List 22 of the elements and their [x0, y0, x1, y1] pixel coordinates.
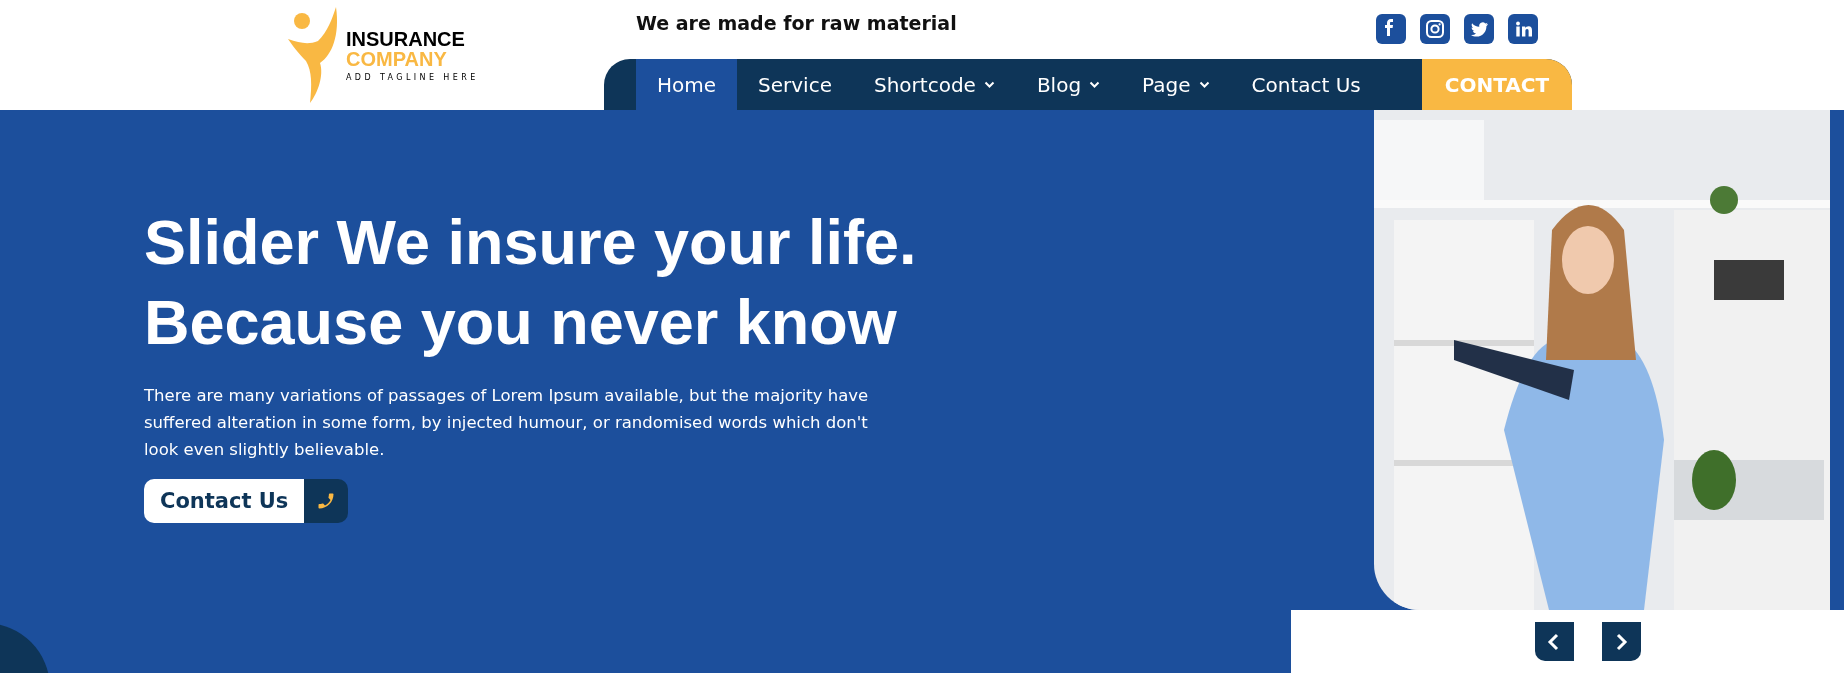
- logo-name: INSURANCE: [346, 28, 466, 49]
- facebook-icon[interactable]: [1376, 14, 1406, 44]
- hero-title: Slider We insure your life. Because you never know: [144, 206, 917, 359]
- nav-item[interactable]: Blog: [1015, 59, 1122, 110]
- nav-item[interactable]: Service: [737, 59, 853, 110]
- hero-description: There are many variations of passages of Lorem Ipsum available, but the majority have suffered alteration in some form, by injected humour, or randomised words which don't look even slightly believable.: [144, 385, 870, 461]
- chevron-left-icon: [1547, 632, 1561, 651]
- nav-item[interactable]: Page: [1121, 59, 1231, 110]
- phone-button[interactable]: [304, 479, 349, 523]
- logo-name: COMPANY: [346, 48, 448, 69]
- chevron-right-icon: [1614, 632, 1628, 651]
- contact-us-button[interactable]: Contact Us: [144, 479, 305, 523]
- nav-item[interactable]: Home: [636, 59, 738, 110]
- nav-item[interactable]: Contact Us: [1230, 59, 1382, 110]
- previous-button[interactable]: [1534, 622, 1574, 661]
- header-tagline: We are made for raw material: [636, 12, 957, 34]
- twitter-icon[interactable]: [1464, 14, 1494, 44]
- nav-item[interactable]: Shortcode: [853, 59, 1016, 110]
- instagram-icon[interactable]: [1420, 14, 1450, 44]
- logo-tagline: ADD TAGLINE HERE: [346, 72, 479, 82]
- next-button[interactable]: [1601, 622, 1641, 661]
- linkedin-icon[interactable]: [1508, 14, 1538, 44]
